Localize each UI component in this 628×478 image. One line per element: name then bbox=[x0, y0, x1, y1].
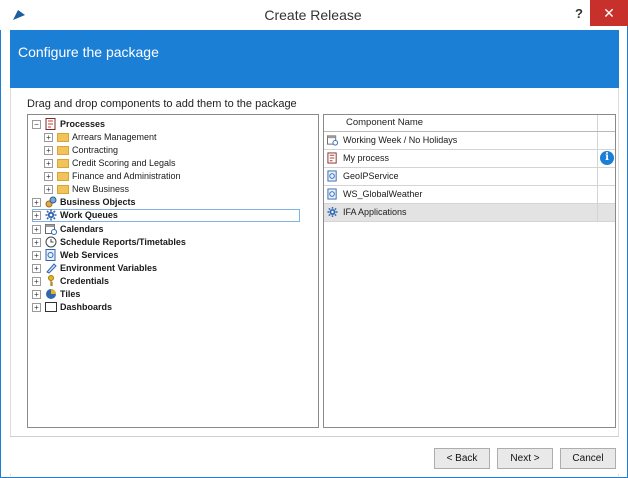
list-item-label: IFA Applications bbox=[343, 207, 407, 217]
list-item-label: GeoIPService bbox=[343, 171, 399, 181]
expand-icon[interactable]: + bbox=[32, 290, 41, 299]
right-border bbox=[618, 88, 619, 476]
column-divider bbox=[597, 115, 598, 131]
tree-item-label: New Business bbox=[72, 184, 130, 194]
column-divider bbox=[597, 132, 598, 149]
expand-icon[interactable]: + bbox=[44, 133, 53, 142]
expand-icon[interactable]: + bbox=[32, 251, 41, 260]
expand-icon[interactable]: + bbox=[44, 185, 53, 194]
clock-icon bbox=[45, 236, 57, 248]
tree-item-label: Processes bbox=[60, 119, 106, 129]
expand-icon[interactable]: + bbox=[44, 172, 53, 181]
tree-item-label: Calendars bbox=[60, 224, 104, 234]
tree-item-label: Arrears Management bbox=[72, 132, 157, 142]
list-item-label: My process bbox=[343, 153, 390, 163]
tree-item-label: Credentials bbox=[60, 276, 110, 286]
process-icon bbox=[327, 152, 337, 164]
tree-item-label: Finance and Administration bbox=[72, 171, 181, 181]
page-title: Configure the package bbox=[18, 44, 159, 60]
folder-icon bbox=[57, 185, 69, 194]
list-item[interactable]: WS_GlobalWeather bbox=[324, 186, 615, 204]
calendar-icon bbox=[327, 135, 338, 146]
key-icon bbox=[48, 275, 54, 286]
column-divider bbox=[597, 168, 598, 185]
close-button[interactable]: ✕ bbox=[590, 0, 628, 26]
tree-item-label: Work Queues bbox=[60, 210, 118, 220]
title-bar: Create Release ? ✕ bbox=[0, 0, 628, 30]
business-objects-icon bbox=[45, 196, 57, 208]
tree-item-label: Credit Scoring and Legals bbox=[72, 158, 176, 168]
gear-icon bbox=[45, 209, 57, 221]
instruction-text: Drag and drop components to add them to … bbox=[27, 98, 297, 110]
web-service-icon bbox=[327, 170, 337, 182]
left-border bbox=[10, 88, 11, 476]
window-title: Create Release bbox=[264, 7, 362, 23]
tree-item-label: Schedule Reports/Timetables bbox=[60, 237, 186, 247]
info-icon[interactable]: i bbox=[600, 151, 614, 165]
list-item[interactable]: My process i bbox=[324, 150, 615, 168]
back-button[interactable]: < Back bbox=[434, 448, 490, 469]
next-button[interactable]: Next > bbox=[497, 448, 553, 469]
help-button[interactable]: ? bbox=[568, 2, 590, 26]
expand-icon[interactable]: + bbox=[32, 238, 41, 247]
tree-item-label: Web Services bbox=[60, 250, 119, 260]
expand-icon[interactable]: + bbox=[32, 303, 41, 312]
calendar-icon bbox=[45, 224, 57, 235]
expand-icon[interactable]: + bbox=[32, 264, 41, 273]
list-item[interactable]: Working Week / No Holidays bbox=[324, 132, 615, 150]
column-divider bbox=[597, 150, 598, 167]
gear-icon bbox=[327, 206, 338, 218]
web-service-icon bbox=[45, 249, 56, 261]
tree-item-work-queues[interactable]: + Work Queues bbox=[32, 209, 300, 222]
expand-icon[interactable]: + bbox=[32, 225, 41, 234]
expand-icon[interactable]: + bbox=[32, 198, 41, 207]
column-divider bbox=[597, 186, 598, 203]
list-item-label: WS_GlobalWeather bbox=[343, 189, 423, 199]
expand-icon[interactable]: + bbox=[44, 146, 53, 155]
collapse-icon[interactable]: − bbox=[32, 120, 41, 129]
list-item-label: Working Week / No Holidays bbox=[343, 135, 458, 145]
tree-item-label: Dashboards bbox=[60, 302, 113, 312]
list-item-selected[interactable]: IFA Applications bbox=[324, 204, 615, 222]
expand-icon[interactable]: + bbox=[32, 277, 41, 286]
folder-icon bbox=[57, 133, 69, 142]
cancel-button[interactable]: Cancel bbox=[560, 448, 616, 469]
web-service-icon bbox=[327, 188, 337, 200]
list-header: Component Name bbox=[324, 115, 615, 132]
folder-icon bbox=[57, 146, 69, 155]
tree-item-label: Contracting bbox=[72, 145, 119, 155]
component-tree[interactable]: − Processes + Arrears Management + Contr… bbox=[27, 114, 319, 428]
tree-item-label: Environment Variables bbox=[60, 263, 158, 273]
expand-icon[interactable]: + bbox=[32, 211, 41, 220]
header-banner: Configure the package bbox=[10, 30, 619, 88]
dashboard-icon bbox=[45, 302, 57, 312]
tree-item-label: Business Objects bbox=[60, 197, 136, 207]
folder-icon bbox=[57, 159, 69, 168]
process-icon bbox=[45, 118, 56, 130]
list-item[interactable]: GeoIPService bbox=[324, 168, 615, 186]
package-component-list[interactable]: Component Name Working Week / No Holiday… bbox=[323, 114, 616, 428]
tiles-icon bbox=[46, 289, 56, 299]
expand-icon[interactable]: + bbox=[44, 159, 53, 168]
tree-item-label: Tiles bbox=[60, 289, 81, 299]
variable-icon bbox=[46, 263, 57, 274]
column-divider bbox=[597, 204, 598, 221]
column-header-component-name[interactable]: Component Name bbox=[346, 117, 423, 128]
folder-icon bbox=[57, 172, 69, 181]
